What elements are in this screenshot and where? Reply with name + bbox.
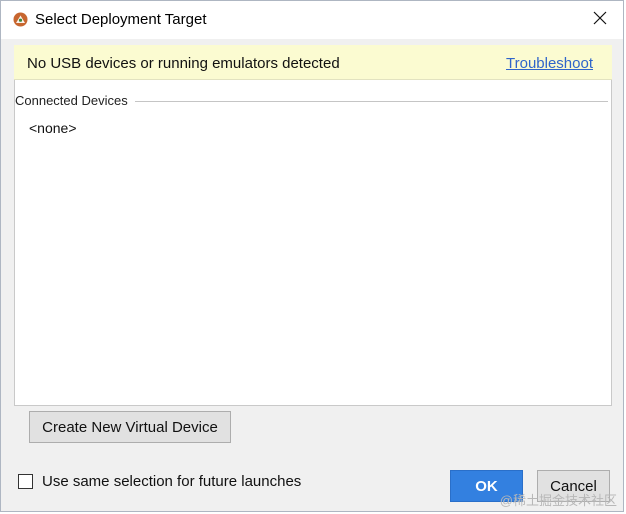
deployment-target-dialog: Select Deployment Target No USB devices … bbox=[0, 0, 624, 512]
no-devices-banner: No USB devices or running emulators dete… bbox=[14, 45, 612, 80]
dialog-title: Select Deployment Target bbox=[35, 11, 207, 28]
create-virtual-device-button[interactable]: Create New Virtual Device bbox=[29, 411, 231, 443]
same-selection-checkbox[interactable] bbox=[18, 474, 33, 489]
connected-devices-panel: Connected Devices <none> bbox=[14, 80, 612, 406]
android-studio-icon bbox=[13, 12, 28, 27]
close-icon bbox=[593, 11, 607, 30]
banner-message: No USB devices or running emulators dete… bbox=[27, 55, 340, 72]
device-list-item[interactable]: <none> bbox=[29, 120, 77, 136]
same-selection-label[interactable]: Use same selection for future launches bbox=[42, 473, 301, 490]
title-bar: Select Deployment Target bbox=[1, 1, 623, 39]
group-divider bbox=[135, 101, 608, 102]
same-selection-checkbox-row[interactable]: Use same selection for future launches bbox=[18, 473, 301, 490]
connected-devices-title: Connected Devices bbox=[15, 93, 133, 108]
watermark-text: @稀土掘金技术社区 bbox=[499, 493, 617, 508]
close-button[interactable] bbox=[577, 1, 623, 39]
troubleshoot-link[interactable]: Troubleshoot bbox=[506, 55, 593, 72]
